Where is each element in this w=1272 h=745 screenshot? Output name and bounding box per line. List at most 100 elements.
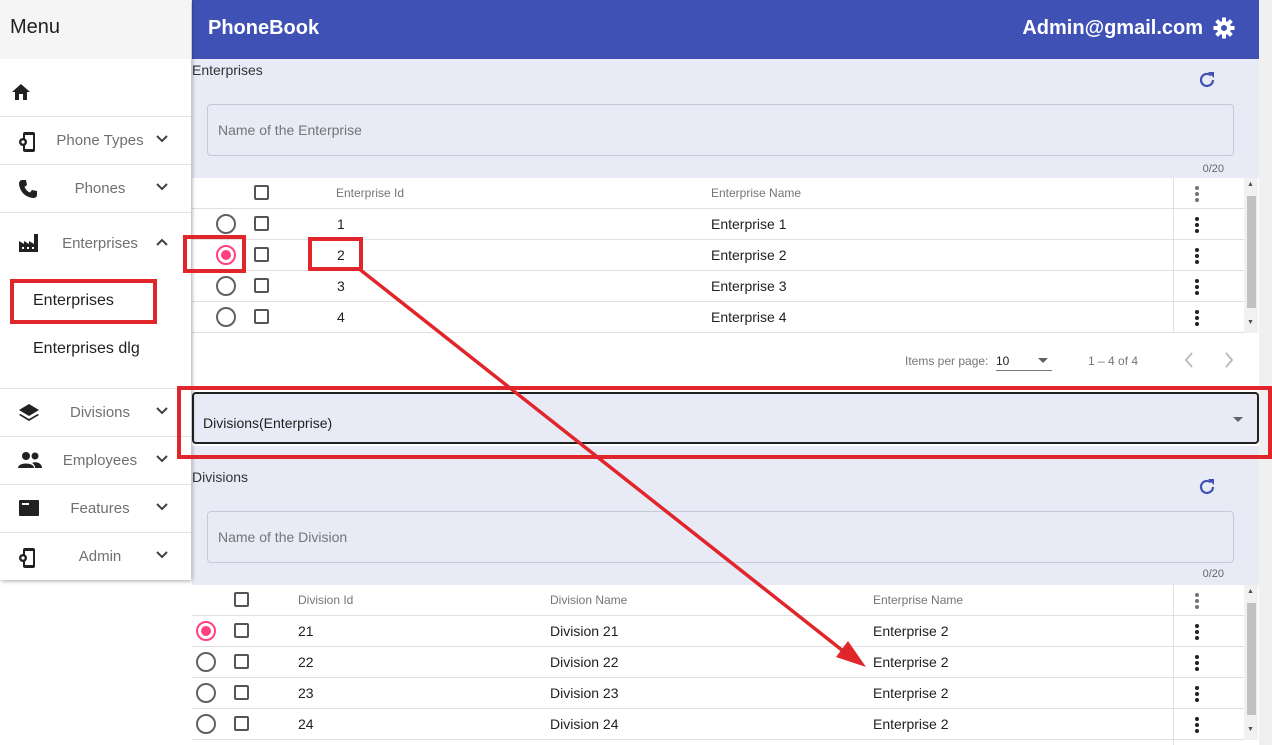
more-vert-icon[interactable] bbox=[1195, 248, 1199, 266]
panel-spacer bbox=[192, 446, 1259, 466]
column-header-enterprise[interactable]: Enterprise Name bbox=[873, 593, 963, 607]
divisions-filter-panel: Divisions Name of the Division 0/20 bbox=[192, 466, 1259, 585]
more-vert-icon[interactable] bbox=[1195, 186, 1199, 204]
table-row[interactable]: 3 Enterprise 3 bbox=[192, 271, 1244, 302]
sidebar-item-label: Enterprises bbox=[62, 235, 138, 252]
more-vert-icon[interactable] bbox=[1195, 217, 1199, 235]
cell-id: 22 bbox=[298, 654, 314, 670]
sidebar-item-enterprises[interactable]: Enterprises Enterprises Enterprises dlg bbox=[0, 212, 191, 388]
chevron-right-icon[interactable] bbox=[1222, 350, 1236, 370]
sidebar-item-phone-types[interactable]: Phone Types bbox=[0, 116, 191, 164]
column-header-name[interactable]: Division Name bbox=[550, 593, 627, 607]
sidebar-item-home[interactable] bbox=[0, 68, 191, 116]
row-checkbox[interactable] bbox=[234, 716, 249, 731]
divisions-table-scrollbar[interactable]: ▲ ▼ bbox=[1244, 585, 1258, 740]
section-title: Enterprises bbox=[192, 62, 263, 78]
chevron-down-icon[interactable] bbox=[1038, 358, 1048, 363]
row-checkbox[interactable] bbox=[254, 278, 269, 293]
cell-name: Division 23 bbox=[550, 685, 619, 701]
table-row[interactable]: 23 Division 23 Enterprise 2 bbox=[192, 678, 1244, 709]
division-name-filter-input[interactable]: Name of the Division bbox=[207, 511, 1234, 563]
row-radio-selected[interactable] bbox=[196, 621, 216, 641]
cell-id: 21 bbox=[298, 623, 314, 639]
people-icon bbox=[18, 452, 42, 468]
sidebar-item-label: Divisions bbox=[69, 404, 130, 421]
row-checkbox[interactable] bbox=[254, 309, 269, 324]
row-radio[interactable] bbox=[196, 714, 216, 734]
table-row[interactable]: 1 Enterprise 1 bbox=[192, 209, 1244, 240]
features-icon bbox=[19, 500, 39, 516]
cell-name: Enterprise 1 bbox=[711, 216, 787, 232]
sidebar-item-employees[interactable]: Employees bbox=[0, 436, 191, 484]
chevron-down-icon bbox=[156, 551, 168, 559]
row-checkbox[interactable] bbox=[234, 623, 249, 638]
divisions-view-select[interactable]: Divisions(Enterprise) bbox=[192, 392, 1259, 444]
row-checkbox[interactable] bbox=[254, 216, 269, 231]
row-radio[interactable] bbox=[216, 276, 236, 296]
sidebar-item-label: Employees bbox=[62, 452, 138, 469]
more-vert-icon[interactable] bbox=[1195, 686, 1199, 704]
chevron-left-icon[interactable] bbox=[1182, 350, 1196, 370]
more-vert-icon[interactable] bbox=[1195, 593, 1199, 611]
filter-placeholder: Name of the Division bbox=[218, 529, 348, 545]
enterprises-table-scrollbar[interactable]: ▲ ▼ bbox=[1244, 178, 1258, 333]
menu-title: Menu bbox=[0, 0, 191, 59]
cell-name: Enterprise 3 bbox=[711, 278, 787, 294]
page-range: 1 – 4 of 4 bbox=[1088, 354, 1139, 368]
table-row[interactable]: 2 Enterprise 2 bbox=[192, 240, 1244, 271]
sidebar-subitem-enterprises[interactable]: Enterprises bbox=[33, 292, 114, 310]
cell-name: Division 24 bbox=[550, 716, 619, 732]
chevron-up-icon bbox=[156, 238, 168, 246]
sidebar-subitem-enterprises-dlg[interactable]: Enterprises dlg bbox=[33, 340, 140, 358]
phone-icon bbox=[19, 180, 37, 198]
cell-id: 1 bbox=[337, 216, 345, 232]
cell-name: Division 21 bbox=[550, 623, 619, 639]
more-vert-icon[interactable] bbox=[1195, 310, 1199, 328]
table-row[interactable]: 22 Division 22 Enterprise 2 bbox=[192, 647, 1244, 678]
sidebar-item-features[interactable]: Features bbox=[0, 484, 191, 532]
table-row[interactable]: 21 Division 21 Enterprise 2 bbox=[192, 616, 1244, 647]
more-vert-icon[interactable] bbox=[1195, 279, 1199, 297]
row-radio[interactable] bbox=[216, 214, 236, 234]
refresh-icon[interactable] bbox=[1197, 70, 1217, 90]
select-all-checkbox[interactable] bbox=[234, 592, 249, 607]
more-vert-icon[interactable] bbox=[1195, 655, 1199, 673]
table-header: Enterprise Id Enterprise Name bbox=[192, 178, 1244, 209]
select-value: Divisions(Enterprise) bbox=[203, 415, 333, 431]
sidebar-item-label: Features bbox=[70, 500, 130, 517]
row-checkbox[interactable] bbox=[234, 685, 249, 700]
enterprises-filter-panel: Enterprises Name of the Enterprise 0/20 bbox=[192, 59, 1259, 178]
select-all-checkbox[interactable] bbox=[254, 185, 269, 200]
column-header-id[interactable]: Enterprise Id bbox=[336, 186, 404, 200]
cell-id: 24 bbox=[298, 716, 314, 732]
admin-icon bbox=[19, 548, 35, 568]
enterprise-name-filter-input[interactable]: Name of the Enterprise bbox=[207, 104, 1234, 156]
table-row[interactable]: 24 Division 24 Enterprise 2 bbox=[192, 709, 1244, 740]
app-title: PhoneBook bbox=[208, 17, 320, 39]
row-radio-selected[interactable] bbox=[216, 245, 236, 265]
more-vert-icon[interactable] bbox=[1195, 717, 1199, 735]
row-checkbox[interactable] bbox=[234, 654, 249, 669]
table-row[interactable]: 4 Enterprise 4 bbox=[192, 302, 1244, 333]
section-title: Divisions bbox=[192, 469, 249, 485]
cell-id: 2 bbox=[337, 247, 345, 263]
row-radio[interactable] bbox=[216, 307, 236, 327]
row-radio[interactable] bbox=[196, 652, 216, 672]
page-scrollbar[interactable] bbox=[1259, 0, 1272, 745]
table-header: Division Id Division Name Enterprise Nam… bbox=[192, 585, 1244, 616]
column-header-id[interactable]: Division Id bbox=[298, 593, 353, 607]
user-email[interactable]: Admin@gmail.com bbox=[1022, 17, 1203, 40]
sidebar-item-divisions[interactable]: Divisions bbox=[0, 388, 191, 436]
refresh-icon[interactable] bbox=[1197, 477, 1217, 497]
row-checkbox[interactable] bbox=[254, 247, 269, 262]
chevron-down-icon bbox=[156, 455, 168, 463]
sidebar-item-admin[interactable]: Admin bbox=[0, 532, 191, 580]
row-radio[interactable] bbox=[196, 683, 216, 703]
sidebar-item-label: Admin bbox=[78, 548, 122, 565]
chevron-down-icon[interactable] bbox=[1233, 417, 1243, 422]
more-vert-icon[interactable] bbox=[1195, 624, 1199, 642]
column-header-name[interactable]: Enterprise Name bbox=[711, 186, 801, 200]
chevron-down-icon bbox=[156, 135, 168, 143]
sidebar-item-phones[interactable]: Phones bbox=[0, 164, 191, 212]
gear-icon[interactable] bbox=[1213, 17, 1235, 39]
